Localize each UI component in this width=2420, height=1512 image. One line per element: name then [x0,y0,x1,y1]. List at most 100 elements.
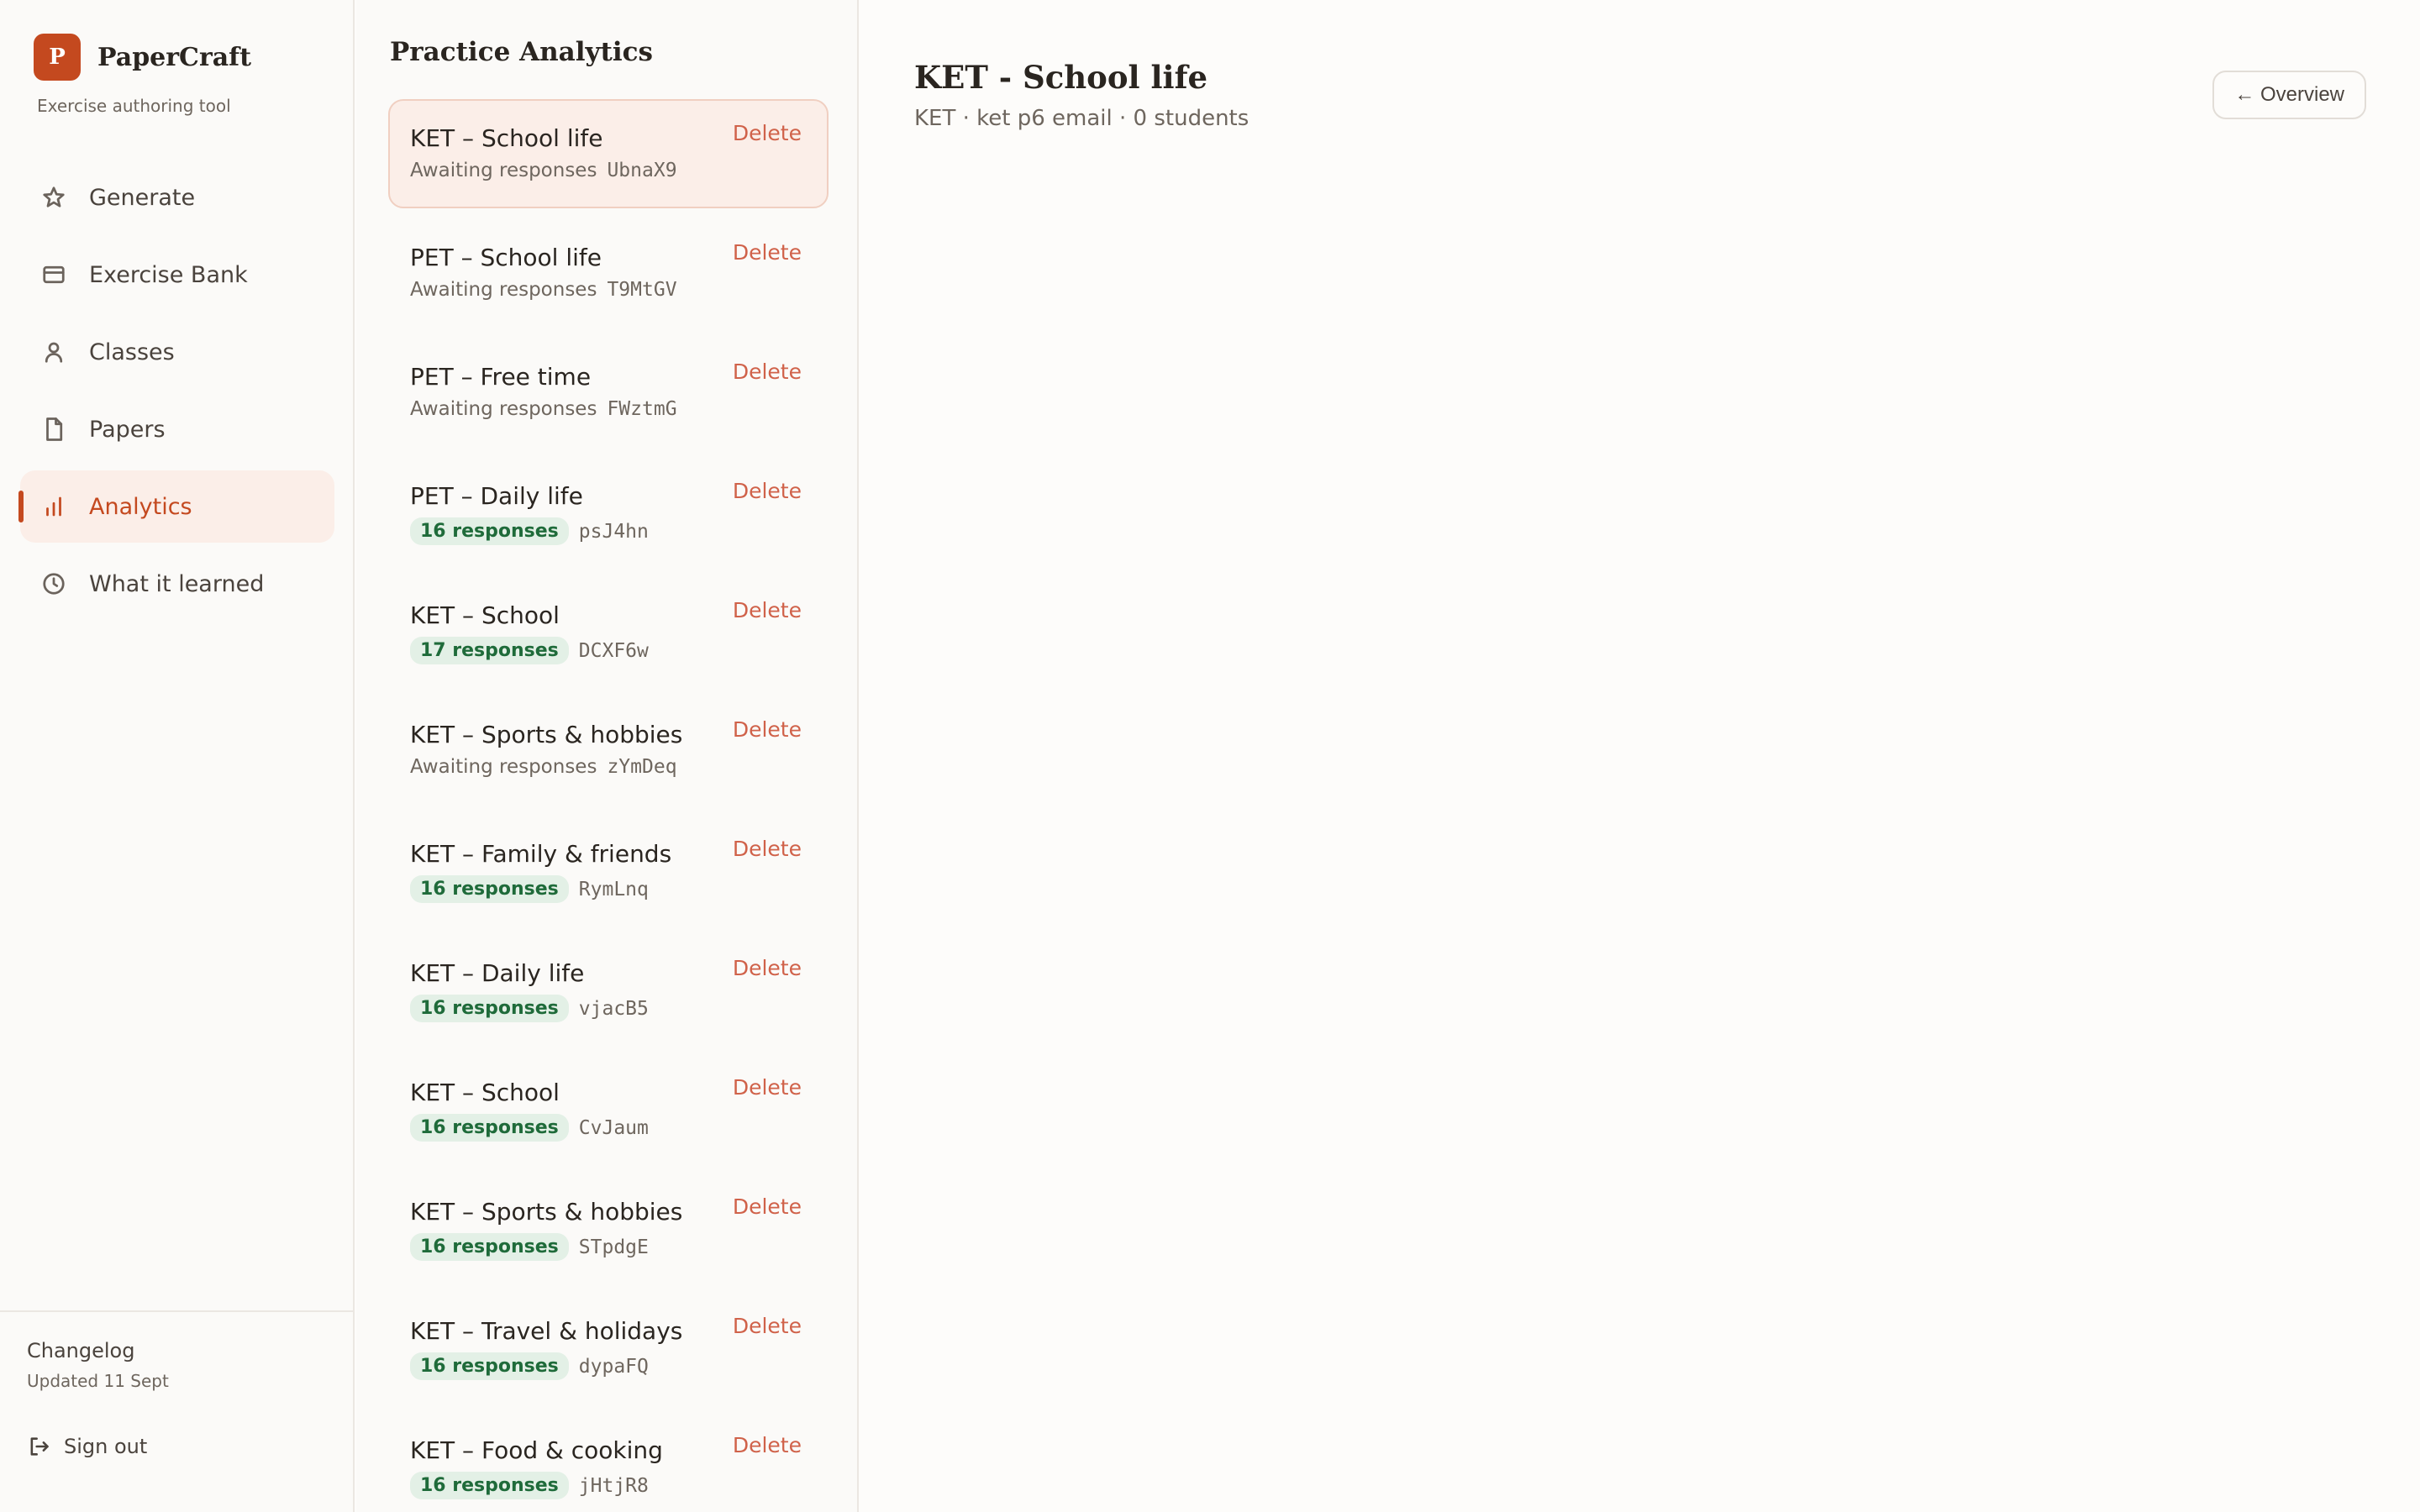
delete-button[interactable]: Delete [733,717,802,742]
practice-card-meta: 16 responses CvJaum [410,1114,649,1142]
overview-button[interactable]: ← Overview [2212,71,2366,119]
practice-card-meta: 16 responses jHtjR8 [410,1472,649,1499]
clock-icon [40,570,67,597]
practice-card-title: KET – School [410,1079,560,1106]
sidebar-item-label: Papers [89,416,166,443]
sidebar-item-exercise-bank[interactable]: Exercise Bank [20,239,334,311]
share-code: zYmDeq [607,756,677,778]
share-code: psJ4hn [578,520,649,543]
changelog-title: Changelog [27,1339,135,1362]
status-text: Awaiting responses [410,756,597,778]
delete-button[interactable]: Delete [733,1194,802,1219]
practice-card[interactable]: KET – Sports & hobbies Awaiting responses… [388,696,829,805]
responses-badge: 16 responses [410,1352,569,1380]
sidebar-item-label: What it learned [89,570,265,597]
document-icon [40,416,67,443]
star-icon [40,184,67,211]
practice-card-title: KET – Family & friends [410,840,672,868]
practice-card-meta: Awaiting responses zYmDeq [410,756,677,778]
share-code: UbnaX9 [607,160,677,181]
share-code: DCXF6w [578,639,649,662]
sign-out-label: Sign out [64,1435,148,1458]
sidebar-nav: Generate Exercise Bank Classes Papers An… [18,161,334,625]
practice-card-meta: Awaiting responses UbnaX9 [410,160,677,181]
delete-button[interactable]: Delete [733,360,802,384]
status-text: Awaiting responses [410,398,597,420]
practice-card[interactable]: KET – School 16 responses CvJaum Delete [388,1053,829,1163]
responses-badge: 16 responses [410,1233,569,1261]
delete-button[interactable]: Delete [733,956,802,980]
changelog-updated: Updated 11 Sept [27,1371,169,1391]
detail-title: KET - School life [914,59,1208,96]
brand-subtitle: Exercise authoring tool [37,96,231,116]
detail-panel: KET - School life KET · ket p6 email · 0… [860,0,2420,1512]
responses-badge: 17 responses [410,637,569,664]
sidebar-item-what-it-learned[interactable]: What it learned [20,548,334,620]
responses-badge: 16 responses [410,1114,569,1142]
practice-card-meta: 16 responses RymLnq [410,875,649,903]
card-icon [40,261,67,288]
share-code: dypaFQ [578,1355,649,1378]
person-icon [40,339,67,365]
practice-card-meta: 16 responses psJ4hn [410,517,649,545]
sign-out-button[interactable]: Sign out [27,1435,147,1458]
brand-name: PaperCraft [97,42,251,72]
share-code: vjacB5 [578,997,649,1020]
practice-card[interactable]: KET – Family & friends 16 responses RymLnq… [388,815,829,924]
brand[interactable]: P PaperCraft [34,34,251,81]
practice-card-title: KET – School [410,601,560,629]
practice-list: KET – School life Awaiting responses UbnaX… [388,99,829,1512]
sidebar-item-analytics[interactable]: Analytics [18,470,334,543]
delete-button[interactable]: Delete [733,598,802,622]
share-code: RymLnq [578,878,649,900]
delete-button[interactable]: Delete [733,121,802,145]
practice-card[interactable]: KET – Food & cooking 16 responses jHtjR8 De… [388,1411,829,1512]
status-text: Awaiting responses [410,160,597,181]
practice-card[interactable]: PET – Free time Awaiting responses FWztmG D… [388,338,829,447]
practice-list-panel: Practice Analytics KET – School life Awai… [356,0,859,1512]
delete-button[interactable]: Delete [733,240,802,265]
practice-card-meta: Awaiting responses T9MtGV [410,279,677,301]
changelog-link[interactable]: Changelog Updated 11 Sept [27,1339,169,1391]
sidebar-item-papers[interactable]: Papers [20,393,334,465]
responses-badge: 16 responses [410,995,569,1022]
responses-badge: 16 responses [410,517,569,545]
delete-button[interactable]: Delete [733,1433,802,1457]
sidebar-divider [0,1310,353,1312]
practice-card-meta: 16 responses STpdgE [410,1233,649,1261]
practice-card-title: KET – Travel & holidays [410,1317,683,1345]
sidebar-item-label: Generate [89,184,196,211]
practice-card-title: KET – Food & cooking [410,1436,663,1464]
sidebar-item-label: Exercise Bank [89,261,248,288]
sidebar-item-label: Analytics [89,493,192,520]
practice-card-title: KET – Sports & hobbies [410,721,683,748]
sidebar-item-generate[interactable]: Generate [20,161,334,234]
practice-card[interactable]: PET – School life Awaiting responses T9MtG… [388,218,829,328]
practice-card[interactable]: KET – Sports & hobbies 16 responses STpdgE… [388,1173,829,1282]
practice-card-title: KET – Daily life [410,959,585,987]
practice-card-meta: Awaiting responses FWztmG [410,398,677,420]
practice-card-meta: 16 responses vjacB5 [410,995,649,1022]
delete-button[interactable]: Delete [733,837,802,861]
practice-card[interactable]: KET – Daily life 16 responses vjacB5 Delete [388,934,829,1043]
status-text: Awaiting responses [410,279,597,301]
practice-card-title: KET – School life [410,124,603,152]
practice-card[interactable]: PET – Daily life 16 responses psJ4hn Delete [388,457,829,566]
share-code: STpdgE [578,1236,649,1258]
brand-logo: P [34,34,81,81]
practice-card-meta: 17 responses DCXF6w [410,637,649,664]
bar-chart-icon [40,493,67,520]
responses-badge: 16 responses [410,1472,569,1499]
delete-button[interactable]: Delete [733,1075,802,1100]
delete-button[interactable]: Delete [733,1314,802,1338]
sidebar-item-label: Classes [89,339,175,365]
sidebar-item-classes[interactable]: Classes [20,316,334,388]
practice-card[interactable]: KET – Travel & holidays 16 responses dypaF… [388,1292,829,1401]
practice-card[interactable]: KET – School 17 responses DCXF6w Delete [388,576,829,685]
share-code: T9MtGV [607,279,677,301]
list-title: Practice Analytics [390,37,653,67]
practice-card[interactable]: KET – School life Awaiting responses UbnaX… [388,99,829,208]
sidebar: P PaperCraft Exercise authoring tool Gen… [0,0,355,1512]
delete-button[interactable]: Delete [733,479,802,503]
share-code: jHtjR8 [578,1474,649,1497]
